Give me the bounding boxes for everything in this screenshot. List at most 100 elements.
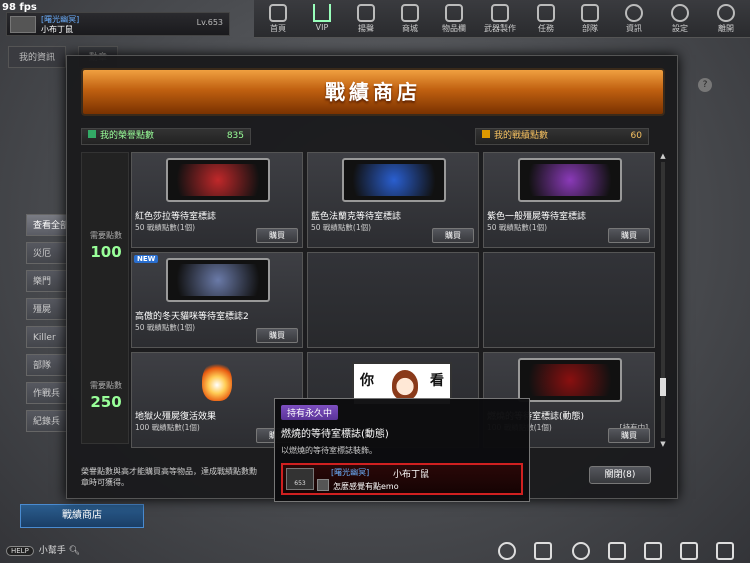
buy-button[interactable]: 購買 <box>608 428 650 443</box>
merit-value: 60 <box>630 131 642 141</box>
preview-name: 小布丁鼠 <box>393 470 430 480</box>
nav-speaker[interactable]: 揚聲 <box>346 2 386 36</box>
helper-label: 小幫手 <box>38 546 66 556</box>
gear-icon <box>671 4 689 22</box>
card-cost: 50 戰績點數(1個) <box>487 223 548 232</box>
checklist-icon[interactable] <box>608 542 626 560</box>
mission-icon <box>537 4 555 22</box>
weapon-craft-icon <box>491 4 509 22</box>
scroll-thumb[interactable] <box>660 378 666 396</box>
help-icon[interactable]: ? <box>698 78 712 92</box>
permanent-badge: 持有永久中 <box>281 405 339 420</box>
tier-value: 250 <box>90 393 122 411</box>
buy-button[interactable]: 購買 <box>256 328 298 343</box>
bottom-toolbar <box>494 540 746 562</box>
tooltip-item-name: 燃燒的等待室標誌(動態) <box>281 429 389 440</box>
preview-level-badge: 653 <box>286 468 314 490</box>
merit-label: 我的戰績點數 <box>494 131 549 141</box>
nav-inventory[interactable]: 物品欄 <box>434 2 474 36</box>
honor-label: 我的榮譽點數 <box>100 131 155 141</box>
home-icon <box>269 4 287 22</box>
honor-value: 835 <box>226 131 244 141</box>
card-cost: 50 戰績點數(1個) <box>135 223 196 232</box>
tooltip-banner-preview: 653 [曙光幽冥] 小布丁鼠 怎麼感覺有點emo <box>281 463 523 495</box>
footer-note: 榮譽點數與高才能購買高等物品，達成戰績點數勳章時可獲得。 <box>81 467 257 487</box>
compass-icon[interactable] <box>572 542 590 560</box>
buy-button[interactable]: 購買 <box>608 228 650 243</box>
tab-my-info[interactable]: 我的資訊 <box>8 46 67 68</box>
category-item[interactable]: 災厄 <box>26 242 70 264</box>
shop-icon <box>401 4 419 22</box>
shop-card[interactable]: 紫色一般殭屍等待室標誌 50 戰績點數(1個) 購買 <box>483 152 655 248</box>
info-icon <box>625 4 643 22</box>
scroll-down-icon[interactable]: ▼ <box>659 440 667 448</box>
merit-shop-button[interactable]: 戰績商店 <box>20 504 144 528</box>
tier-value: 100 <box>90 243 122 261</box>
category-item[interactable]: 查看全部 <box>26 214 70 236</box>
shop-card[interactable]: 藍色法蘭克等待室標誌 50 戰績點數(1個) 購買 <box>307 152 479 248</box>
calendar-icon[interactable] <box>680 542 698 560</box>
runner-icon[interactable] <box>498 542 516 560</box>
profile-panel[interactable]: [曙光幽冥] 小布丁鼠 Lv.653 <box>6 12 230 36</box>
category-item[interactable]: 紀錄兵 <box>26 410 70 432</box>
magnifier-icon: 🔍︎ <box>68 546 81 556</box>
item-tooltip: 持有永久中 燃燒的等待室標誌(動態) 以燃燒的等待室標誌裝飾。 653 [曙光幽… <box>274 398 530 502</box>
nav-home[interactable]: 首頁 <box>258 2 298 36</box>
preview-message: 怎麼感覺有點emo <box>333 482 399 491</box>
honor-shield-icon <box>88 130 96 138</box>
card-cost: 100 戰績點數(1個) <box>135 423 200 432</box>
film-icon[interactable] <box>716 542 734 560</box>
fps-counter: 98 fps <box>2 2 37 13</box>
scroll-up-icon[interactable]: ▲ <box>659 152 667 160</box>
category-item[interactable]: 作戰兵 <box>26 382 70 404</box>
empty-card-slot <box>307 252 479 348</box>
shop-card[interactable]: NEW 高傲的冬天貓咪等待室標誌2 50 戰績點數(1個) 購買 <box>131 252 303 348</box>
close-button[interactable]: 關閉(8) <box>589 466 651 484</box>
card-scrollbar[interactable]: ▲ ▼ <box>659 152 667 448</box>
category-item[interactable]: 樂門 <box>26 270 70 292</box>
top-nav: 首頁 VIP 揚聲 商城 物品欄 武器製作 任務 部隊 資訊 設定 離開 <box>254 0 750 38</box>
new-badge: NEW <box>134 255 159 263</box>
helper-button[interactable]: HELP 小幫手 🔍︎ <box>6 543 80 559</box>
tier-column: 需要點數 100 需要點數 250 <box>81 152 129 444</box>
tier-250: 需要點數 250 <box>82 381 130 411</box>
sticker-text-left: 你 <box>360 373 374 389</box>
nav-weapon-craft[interactable]: 武器製作 <box>480 2 520 36</box>
nav-exit[interactable]: 離開 <box>706 2 746 36</box>
shop-card[interactable]: 紅色莎拉等待室標誌 50 戰績點數(1個) 購買 <box>131 152 303 248</box>
inventory-icon <box>445 4 463 22</box>
card-preview <box>518 158 622 202</box>
nav-mission[interactable]: 任務 <box>526 2 566 36</box>
card-name: 紫色一般殭屍等待室標誌 <box>487 212 587 222</box>
card-preview <box>166 258 270 302</box>
nav-clan[interactable]: 部隊 <box>570 2 610 36</box>
bookmark-icon[interactable] <box>644 542 662 560</box>
help-pill: HELP <box>6 546 34 556</box>
merit-points-bar: 我的戰績點數 60 <box>475 128 649 145</box>
empty-card-slot <box>483 252 655 348</box>
tier-req-label: 需要點數 <box>90 231 122 240</box>
nav-info[interactable]: 資訊 <box>614 2 654 36</box>
category-item[interactable]: 殭屍 <box>26 298 70 320</box>
card-cost: 50 戰績點數(1個) <box>135 323 196 332</box>
card-preview <box>518 358 622 402</box>
card-name: 藍色法蘭克等待室標誌 <box>311 212 402 222</box>
anime-girl-icon <box>392 370 418 400</box>
background-category-list: 查看全部 災厄 樂門 殭屍 Killer 部隊 作戰兵 紀錄兵 <box>26 214 70 438</box>
vip-crown-icon <box>313 4 331 22</box>
cart-icon[interactable] <box>534 542 552 560</box>
nav-shop[interactable]: 商城 <box>390 2 430 36</box>
card-name: 高傲的冬天貓咪等待室標誌2 <box>135 312 249 322</box>
nav-vip[interactable]: VIP <box>302 2 342 36</box>
buy-button[interactable]: 購買 <box>256 228 298 243</box>
buy-button[interactable]: 購買 <box>432 228 474 243</box>
nav-settings[interactable]: 設定 <box>660 2 700 36</box>
speaker-icon <box>357 4 375 22</box>
tier-req-label: 需要點數 <box>90 381 122 390</box>
scroll-track <box>661 162 665 438</box>
category-item[interactable]: 部隊 <box>26 354 70 376</box>
card-preview <box>342 158 446 202</box>
category-item[interactable]: Killer <box>26 326 70 348</box>
card-name: 地獄火殭屍復活效果 <box>135 412 217 422</box>
preview-avatar <box>317 479 329 491</box>
